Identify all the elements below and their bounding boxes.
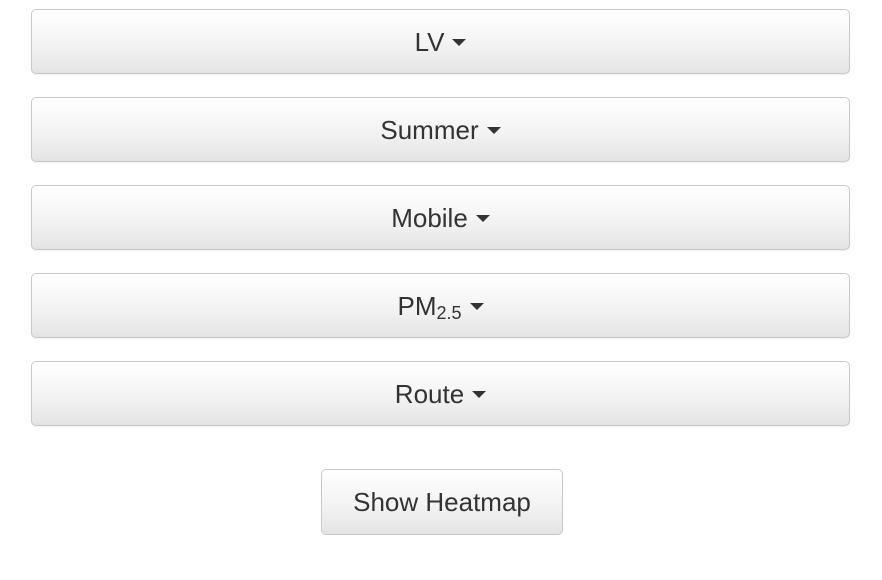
season-dropdown[interactable]: Summer: [31, 97, 850, 162]
mode-dropdown[interactable]: Mobile: [31, 185, 850, 250]
pollutant-name: PM: [397, 290, 437, 321]
dropdown-label: PM2.5: [397, 290, 461, 322]
pollutant-subscript: 2.5: [436, 302, 462, 323]
show-heatmap-button[interactable]: Show Heatmap: [321, 469, 563, 535]
dropdown-label: Summer: [380, 114, 479, 145]
route-dropdown[interactable]: Route: [31, 361, 850, 426]
dropdown-label: Mobile: [391, 202, 468, 233]
dropdown-label: LV: [414, 26, 445, 57]
caret-down-icon: [472, 391, 487, 398]
caret-down-icon: [452, 39, 467, 46]
filter-panel: LV Summer Mobile PM2.5 Route Show Heatma…: [0, 0, 882, 580]
location-dropdown[interactable]: LV: [31, 9, 850, 74]
dropdown-label: Route: [394, 378, 465, 409]
caret-down-icon: [469, 303, 484, 310]
caret-down-icon: [486, 127, 501, 134]
caret-down-icon: [475, 215, 490, 222]
pollutant-dropdown[interactable]: PM2.5: [31, 273, 850, 338]
